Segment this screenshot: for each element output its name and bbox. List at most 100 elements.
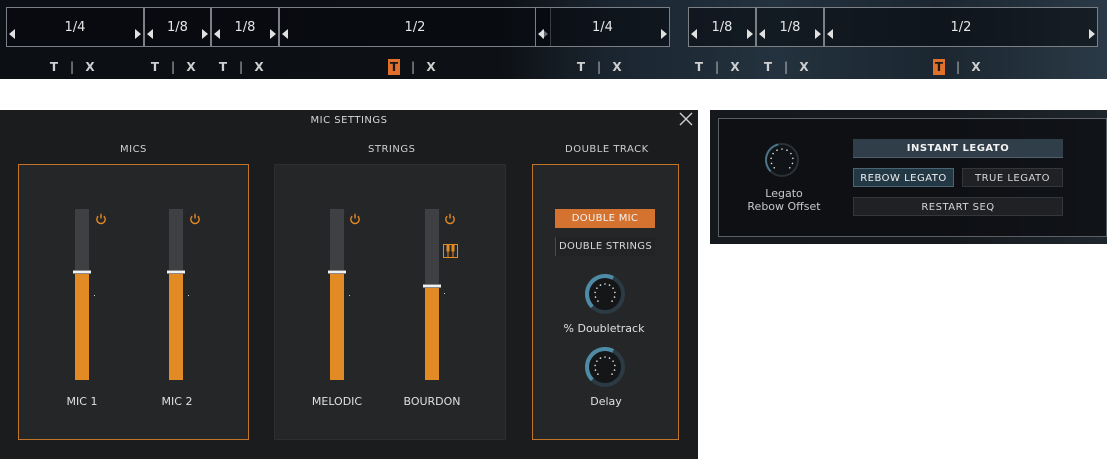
arrow-right-icon[interactable] [815,29,821,39]
tie-toggle[interactable]: T [694,59,704,75]
channel-label: MIC 1 [66,395,98,408]
channel-label: MELODIC [311,395,363,408]
mic-1-fader[interactable] [73,209,95,380]
separator: | [714,60,720,74]
tie-toggle[interactable]: T [150,59,160,75]
note-length-selector[interactable]: 1/8 [756,7,824,47]
fader-tick [188,295,189,296]
separator: | [783,60,789,74]
mute-toggle[interactable]: X [426,59,436,75]
rebow-offset-label: Legato Rebow Offset [729,187,839,213]
panel-title: MIC SETTINGS [310,115,388,126]
tix-controls: T | X [694,59,740,75]
delay-knob[interactable] [583,345,627,389]
fader-fill [425,286,439,380]
legato-settings-box: Legato Rebow Offset INSTANT LEGATO REBOW… [718,118,1107,237]
double-track-section-label: DOUBLE TRACK [565,144,649,155]
tix-controls: T | X [388,59,436,75]
arrow-right-icon[interactable] [1089,29,1095,39]
mic-settings-panel: MIC SETTINGS MICS STRINGS DOUBLE TRACK M… [0,110,698,459]
fader-fill [330,272,344,380]
power-icon[interactable] [444,210,456,225]
note-length-value: 1/8 [167,20,188,35]
arrow-right-icon[interactable] [202,29,208,39]
legato-panel: Legato Rebow Offset INSTANT LEGATO REBOW… [710,110,1107,244]
arrow-right-icon[interactable] [270,29,276,39]
note-length-value: 1/2 [950,20,972,35]
note-length-selector[interactable]: 1/8 [144,7,211,47]
separator: | [596,60,602,74]
channel-label: BOURDON [403,395,461,408]
bourdon-fader[interactable] [423,209,445,380]
articulation-strip: 1/4 1/8 1/8 1/2 1/4 1/8 1/8 1/2 T | X T … [0,0,1107,79]
note-length-selector[interactable]: 1/4 [535,7,670,47]
fader-fill [169,272,183,380]
note-length-selector[interactable]: 1/8 [688,7,756,47]
power-icon[interactable] [189,210,201,225]
power-icon[interactable] [95,210,107,225]
channel-label: MIC 2 [161,395,193,408]
note-length-value: 1/4 [592,20,613,35]
separator: | [955,60,961,74]
fader-tick [444,293,445,294]
separator: | [69,60,75,74]
rebow-offset-label-line2: Rebow Offset [747,200,821,213]
note-length-value: 1/8 [779,20,801,35]
note-length-selector[interactable]: 1/2 [824,7,1098,47]
tie-toggle[interactable]: T [576,59,586,75]
doubletrack-label: % Doubletrack [563,322,645,335]
mute-toggle[interactable]: X [612,59,622,75]
arrow-right-icon[interactable] [747,29,753,39]
piano-keys-icon[interactable] [443,243,458,258]
note-length-value: 1/8 [234,20,256,35]
tie-toggle[interactable]: T [218,59,228,75]
fader-tick [349,295,350,296]
note-length-value: 1/4 [64,20,86,35]
restart-seq-button[interactable]: RESTART SEQ [853,197,1063,216]
doubletrack-knob[interactable] [583,272,627,316]
tie-toggle[interactable]: T [933,59,945,75]
mute-toggle[interactable]: X [186,59,196,75]
mute-toggle[interactable]: X [971,59,981,75]
tix-controls: T | X [218,59,264,75]
mute-toggle[interactable]: X [730,59,740,75]
tix-controls: T | X [933,59,981,75]
double-strings-button[interactable]: DOUBLE STRINGS [555,237,655,256]
power-icon[interactable] [349,210,361,225]
arrow-right-icon[interactable] [135,29,141,39]
note-length-selector[interactable]: 1/2 [279,7,551,47]
instant-legato-button[interactable]: INSTANT LEGATO [853,139,1063,158]
mute-toggle[interactable]: X [85,59,95,75]
fader-fill [75,272,89,380]
fader-tick [94,295,95,296]
rebow-legato-button[interactable]: REBOW LEGATO [853,168,954,187]
fader-handle[interactable] [423,284,441,288]
note-length-selector[interactable]: 1/4 [6,7,144,47]
arrow-right-icon[interactable] [661,29,667,39]
delay-label: Delay [590,395,622,408]
mute-toggle[interactable]: X [254,59,264,75]
fader-handle[interactable] [73,270,91,274]
rebow-offset-label-line1: Legato [765,187,803,200]
rebow-offset-knob[interactable] [762,140,802,180]
separator: | [238,60,244,74]
fader-handle[interactable] [328,270,346,274]
note-length-value: 1/8 [711,20,733,35]
tix-controls: T | X [576,59,622,75]
mics-section-label: MICS [120,144,147,155]
fader-handle[interactable] [167,270,185,274]
true-legato-button[interactable]: TRUE LEGATO [962,168,1063,187]
mic-2-fader[interactable] [167,209,189,380]
tie-toggle[interactable]: T [49,59,59,75]
note-length-value: 1/2 [404,20,426,35]
close-icon[interactable] [678,112,694,128]
tix-controls: T | X [150,59,196,75]
strings-section-label: STRINGS [368,144,416,155]
note-length-selector[interactable]: 1/8 [211,7,279,47]
mute-toggle[interactable]: X [799,59,809,75]
double-mic-button[interactable]: DOUBLE MIC [555,209,655,228]
tie-toggle[interactable]: T [388,59,400,75]
melodic-fader[interactable] [328,209,350,380]
tie-toggle[interactable]: T [763,59,773,75]
separator: | [410,60,416,74]
